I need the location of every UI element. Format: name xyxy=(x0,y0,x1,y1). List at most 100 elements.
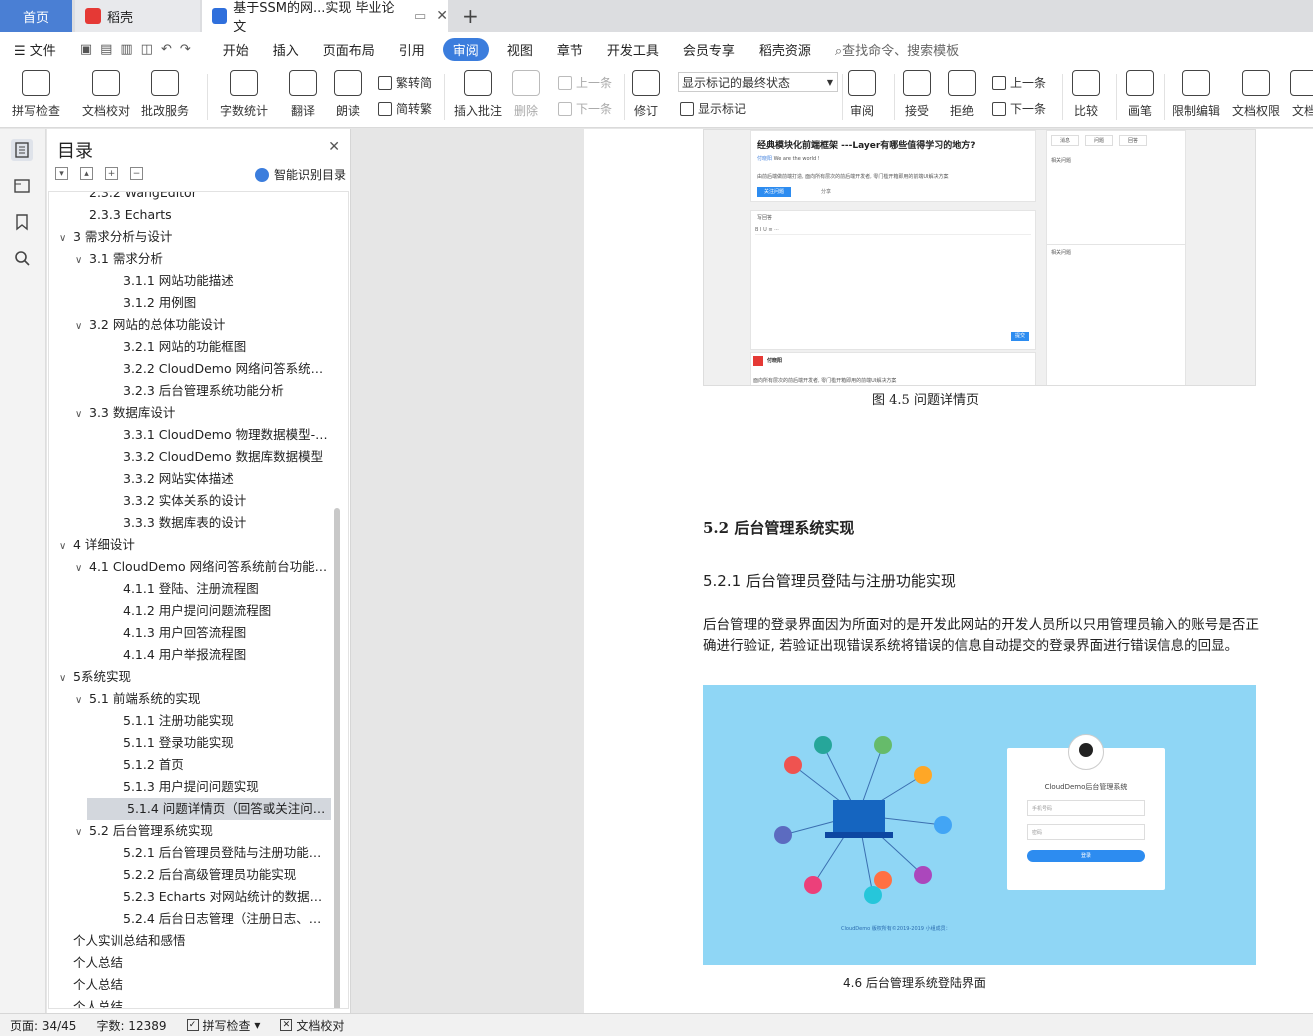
toc-item[interactable]: 4.1.1 登陆、注册流程图 xyxy=(49,578,333,600)
toc-item[interactable]: ∨ 4 详细设计 xyxy=(49,534,333,556)
word-count-button[interactable]: 字数统计 xyxy=(220,70,268,119)
translate-button[interactable]: 翻译 xyxy=(289,70,317,119)
toc-item[interactable]: 3.3.2 网站实体描述 xyxy=(49,468,333,490)
file-menu[interactable]: ☰ 文件 xyxy=(0,40,68,59)
toc-item[interactable]: 5.1.1 登录功能实现 xyxy=(49,732,333,754)
toc-item[interactable]: 3.3.1 CloudDemo 物理数据模型-PhysicalDataModel xyxy=(49,424,333,446)
read-aloud-button[interactable]: 朗读 xyxy=(334,70,362,119)
tab-monitor-icon[interactable]: ▭ xyxy=(414,9,426,24)
chevron-down-icon[interactable]: ∨ xyxy=(59,668,73,688)
toc-item[interactable]: 3.3.2 CloudDemo 数据库数据模型 xyxy=(49,446,333,468)
login-button[interactable]: 登录 xyxy=(1027,850,1145,862)
chevron-down-icon[interactable]: ∨ xyxy=(75,316,89,336)
toc-item[interactable]: ∨ 5.2 后台管理系统实现 xyxy=(49,820,333,842)
toc-item[interactable]: 个人实训总结和感悟 xyxy=(49,930,333,952)
toc-scrollbar[interactable] xyxy=(334,508,340,1008)
status-doc-proof[interactable]: ✕ 文档校对 xyxy=(270,1017,354,1034)
toc-item[interactable]: 5.1.4 问题详情页（回答或关注问题）实现 xyxy=(87,798,331,820)
toc-item[interactable]: ∨ 5系统实现 xyxy=(49,666,333,688)
close-icon[interactable]: ✕ xyxy=(436,8,448,24)
toc-item[interactable]: 5.2.1 后台管理员登陆与注册功能实现 xyxy=(49,842,333,864)
menu-tab-3[interactable]: 引用 xyxy=(387,40,437,59)
toc-item[interactable]: 个人总结 xyxy=(49,974,333,996)
prev-comment-button[interactable]: 上一条 xyxy=(558,74,612,91)
toc-item[interactable]: 4.1.4 用户举报流程图 xyxy=(49,644,333,666)
chevron-down-icon[interactable]: ∨ xyxy=(75,404,89,424)
menu-tab-0[interactable]: 开始 xyxy=(211,40,261,59)
tab-daoke[interactable]: 稻壳 xyxy=(75,0,200,32)
chevron-down-icon[interactable]: ∨ xyxy=(59,228,73,248)
toc-item[interactable]: 5.1.3 用户提问问题实现 xyxy=(49,776,333,798)
toc-item[interactable]: ∨ 3.2 网站的总体功能设计 xyxy=(49,314,333,336)
toc-item[interactable]: 5.2.2 后台高级管理员功能实现 xyxy=(49,864,333,886)
add-icon[interactable]: + xyxy=(105,167,118,180)
minus-icon[interactable]: − xyxy=(130,167,143,180)
toc-item[interactable]: 4.1.2 用户提问问题流程图 xyxy=(49,600,333,622)
toc-item[interactable]: 2.3.2 WangEditor xyxy=(49,192,333,204)
restrict-edit-button[interactable]: 限制编辑 xyxy=(1172,70,1220,119)
next-comment-button[interactable]: 下一条 xyxy=(558,100,612,117)
markup-state-select[interactable]: 显示标记的最终状态 ▼ xyxy=(678,72,838,92)
new-tab-button[interactable]: + xyxy=(462,4,479,28)
menu-tab-6[interactable]: 章节 xyxy=(545,40,595,59)
doc-more-button[interactable]: 文档 xyxy=(1290,70,1313,119)
toc-item[interactable]: 3.3.3 数据库表的设计 xyxy=(49,512,333,534)
toc-item[interactable]: 个人总结 xyxy=(49,952,333,974)
toc-item[interactable]: 3.2.2 CloudDemo 网络问答系统前台功能分析 xyxy=(49,358,333,380)
menu-tab-9[interactable]: 稻壳资源 xyxy=(747,40,823,59)
toc-panel-button[interactable] xyxy=(11,139,33,161)
toc-item[interactable]: ∨ 3.1 需求分析 xyxy=(49,248,333,270)
pen-button[interactable]: 画笔 xyxy=(1126,70,1154,119)
chevron-down-icon[interactable]: ∨ xyxy=(75,250,89,270)
smart-toc-button[interactable]: 智能识别目录 xyxy=(254,166,346,183)
show-markup-button[interactable]: 显示标记 xyxy=(680,100,746,117)
toc-item[interactable]: 个人总结 xyxy=(49,996,333,1008)
toc-item[interactable]: 5.1.2 首页 xyxy=(49,754,333,776)
toc-item[interactable]: 5.2.3 Echarts 对网站统计的数据动态展示 xyxy=(49,886,333,908)
toc-item[interactable]: 3.2.1 网站的功能框图 xyxy=(49,336,333,358)
bookmark-panel-button[interactable] xyxy=(11,211,33,233)
simp-to-trad-button[interactable]: 简转繁 xyxy=(378,100,432,117)
insert-comment-button[interactable]: 插入批注 xyxy=(454,70,502,119)
tab-document[interactable]: 基于SSM的网...实现 毕业论文 ▭ ✕ xyxy=(202,0,448,35)
reject-button[interactable]: 拒绝 xyxy=(948,70,976,119)
chevron-down-icon[interactable]: ∨ xyxy=(75,558,89,578)
doc-permission-button[interactable]: 文档权限 xyxy=(1232,70,1280,119)
toc-item[interactable]: 3.2.3 后台管理系统功能分析 xyxy=(49,380,333,402)
review-pane-button[interactable]: 审阅 xyxy=(848,70,876,119)
chevron-down-icon[interactable]: ∨ xyxy=(75,822,89,842)
next-change-button[interactable]: 下一条 xyxy=(992,100,1046,117)
chevron-down-icon[interactable]: ∨ xyxy=(59,536,73,556)
word-count[interactable]: 字数: 12389 xyxy=(86,1017,176,1034)
menu-tab-5[interactable]: 视图 xyxy=(495,40,545,59)
menu-tab-2[interactable]: 页面布局 xyxy=(311,40,387,59)
menu-tab-1[interactable]: 插入 xyxy=(261,40,311,59)
toc-item[interactable]: 4.1.3 用户回答流程图 xyxy=(49,622,333,644)
menu-tab-4[interactable]: 审阅 xyxy=(442,37,489,61)
share-link[interactable]: 分享 xyxy=(821,188,831,195)
toc-item[interactable]: ∨ 4.1 CloudDemo 网络问答系统前台功能流程图 xyxy=(49,556,333,578)
menu-tab-7[interactable]: 开发工具 xyxy=(595,40,671,59)
tab-home[interactable]: 首页 xyxy=(0,0,72,32)
status-spell-check[interactable]: ✓ 拼写检查 ▾ xyxy=(177,1017,271,1034)
doc-proof-button[interactable]: 文档校对 xyxy=(82,70,130,119)
toc-item[interactable]: 2.3.3 Echarts xyxy=(49,204,333,226)
compare-button[interactable]: 比较 xyxy=(1072,70,1100,119)
spell-check-button[interactable]: 拼写检查 xyxy=(12,70,60,119)
nav-panel-button[interactable] xyxy=(11,175,33,197)
close-icon[interactable]: ✕ xyxy=(328,139,340,155)
toc-item[interactable]: ∨ 3 需求分析与设计 xyxy=(49,226,333,248)
toc-item[interactable]: 3.1.2 用例图 xyxy=(49,292,333,314)
delete-comment-button[interactable]: 删除 xyxy=(512,70,540,119)
expand-up-icon[interactable]: ▴ xyxy=(80,167,93,180)
toc-item[interactable]: 3.1.1 网站功能描述 xyxy=(49,270,333,292)
password-input[interactable]: 密码 xyxy=(1027,824,1145,840)
toc-item[interactable]: ∨ 5.1 前端系统的实现 xyxy=(49,688,333,710)
answer-editor[interactable]: 写回答 B I U ≡ ⋯ 提交 xyxy=(750,210,1036,350)
submit-button[interactable]: 提交 xyxy=(1011,332,1029,341)
answer-tab[interactable]: 回答 xyxy=(1119,135,1148,146)
toc-item[interactable]: 5.1.1 注册功能实现 xyxy=(49,710,333,732)
trad-to-simp-button[interactable]: 繁转简 xyxy=(378,74,432,91)
batch-service-button[interactable]: 批改服务 xyxy=(141,70,189,119)
message-tab[interactable]: 消息 xyxy=(1051,135,1080,146)
